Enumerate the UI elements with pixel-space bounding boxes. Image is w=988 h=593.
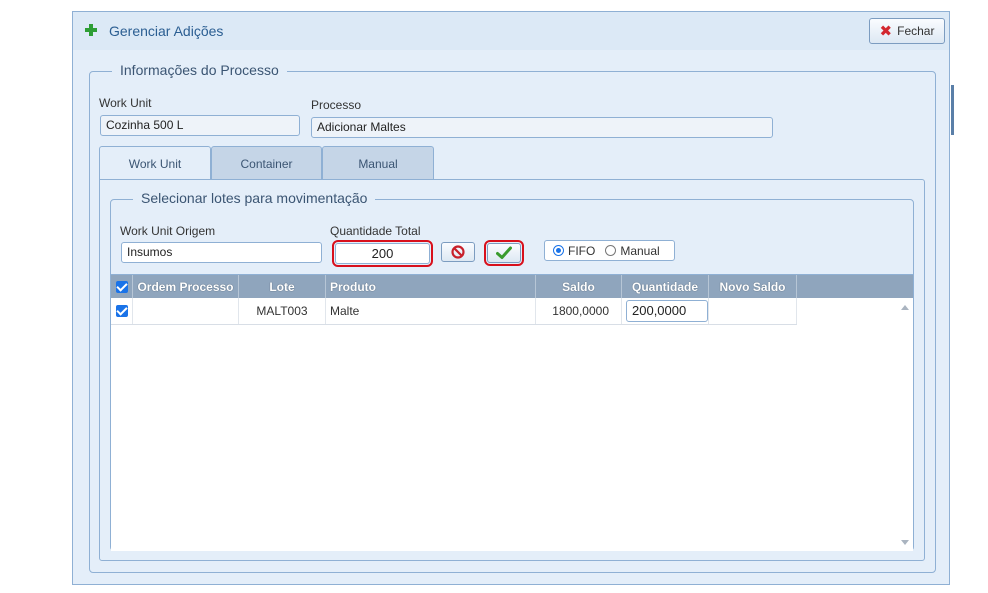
tab-manual-label: Manual <box>358 156 398 171</box>
tab-container-label: Container <box>240 156 293 171</box>
dialog-title: Gerenciar Adições <box>109 23 224 39</box>
selection-mode-radio-group: FIFO Manual <box>544 240 675 261</box>
tab-manual[interactable]: Manual <box>322 146 434 180</box>
cell-produto: Malte <box>326 298 536 324</box>
scroll-down-icon[interactable] <box>901 540 909 545</box>
cell-lote: MALT003 <box>239 298 326 324</box>
lot-selection-legend: Selecionar lotes para movimentação <box>133 190 376 206</box>
column-header-produto[interactable]: Produto <box>326 275 536 298</box>
column-header-ordem-processo[interactable]: Ordem Processo <box>133 275 239 298</box>
work-unit-tab-panel: Selecionar lotes para movimentação Work … <box>99 179 925 561</box>
cell-saldo: 1800,0000 <box>536 298 622 324</box>
tab-work-unit-label: Work Unit <box>128 156 182 171</box>
checkmark-icon <box>496 246 512 259</box>
process-info-legend: Informações do Processo <box>112 62 287 78</box>
column-header-novo-saldo[interactable]: Novo Saldo <box>709 275 797 298</box>
grid-header: Ordem Processo Lote Produto Saldo Quanti… <box>111 275 913 298</box>
tab-work-unit[interactable]: Work Unit <box>99 146 211 180</box>
column-header-lote[interactable]: Lote <box>239 275 326 298</box>
cancel-button[interactable] <box>441 242 475 262</box>
tab-container[interactable]: Container <box>211 146 322 180</box>
column-header-quantidade[interactable]: Quantidade <box>622 275 709 298</box>
select-all-header[interactable] <box>111 275 133 298</box>
table-row[interactable]: MALT003 Malte 1800,0000 200,0000 <box>111 298 797 325</box>
process-field[interactable]: Adicionar Maltes <box>311 117 773 138</box>
select-all-checkbox[interactable] <box>115 280 128 293</box>
close-icon: ✖ <box>879 22 893 40</box>
total-quantity-label: Quantidade Total <box>330 224 421 238</box>
cell-ordem-processo <box>133 298 239 324</box>
total-quantity-input[interactable]: 200 <box>332 240 433 267</box>
work-unit-label: Work Unit <box>99 96 152 110</box>
lot-selection-fieldset: Selecionar lotes para movimentação Work … <box>110 190 914 551</box>
radio-manual-label: Manual <box>620 243 660 258</box>
close-button[interactable]: ✖ Fechar <box>869 18 945 44</box>
row-checkbox[interactable] <box>115 305 128 317</box>
cell-novo-saldo <box>709 298 797 324</box>
radio-fifo[interactable] <box>553 245 564 256</box>
row-select-cell[interactable] <box>111 298 133 324</box>
background-window-edge <box>951 85 954 135</box>
scroll-up-icon[interactable] <box>901 305 909 310</box>
dialog-title-bar: Gerenciar Adições ✖ Fechar <box>73 12 949 50</box>
quantity-input[interactable]: 200,0000 <box>626 300 708 322</box>
cell-quantidade: 200,0000 <box>622 298 709 324</box>
confirm-button[interactable] <box>484 240 524 266</box>
plus-icon <box>85 24 97 36</box>
lots-grid: Ordem Processo Lote Produto Saldo Quanti… <box>111 274 913 551</box>
radio-manual[interactable] <box>605 245 617 256</box>
column-header-saldo[interactable]: Saldo <box>536 275 622 298</box>
close-button-label: Fechar <box>897 24 935 38</box>
prohibit-icon <box>451 245 465 259</box>
work-unit-field[interactable]: Cozinha 500 L <box>100 115 300 136</box>
manage-additions-dialog: Gerenciar Adições ✖ Fechar Informações d… <box>72 11 950 585</box>
origin-field[interactable]: Insumos <box>121 242 322 263</box>
origin-label: Work Unit Origem <box>120 224 216 238</box>
radio-fifo-label: FIFO <box>568 243 596 258</box>
process-label: Processo <box>311 98 362 112</box>
vertical-scrollbar[interactable] <box>897 298 913 551</box>
